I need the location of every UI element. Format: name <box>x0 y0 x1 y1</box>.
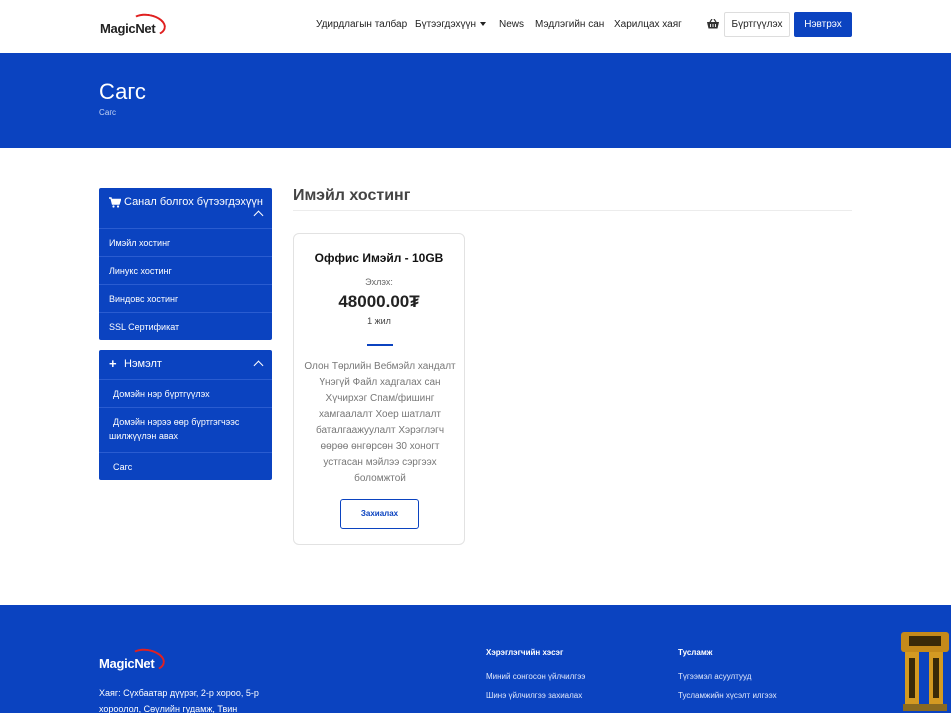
product-price: 48000.00₮ <box>338 292 420 311</box>
nav-contact[interactable]: Харилцах хаяг <box>614 19 682 30</box>
price-divider <box>367 344 393 346</box>
product-card: Оффис Имэйл - 10GB Эхлэх: 48000.00₮ 1 жи… <box>293 233 465 545</box>
sidebar-products-title: Санал болгох бүтээгдэхүүн <box>124 196 263 208</box>
register-button[interactable]: Бүртгүүлэх <box>724 12 790 37</box>
breadcrumb[interactable]: Сагс <box>99 108 116 117</box>
sidebar-item-email-hosting[interactable]: Имэйл хостинг <box>99 228 272 256</box>
order-button[interactable]: Захиалах <box>340 499 419 529</box>
footer-col-help-title: Тусламж <box>678 648 713 657</box>
page-title: Сагс <box>99 79 146 104</box>
chevron-up-icon[interactable] <box>253 360 264 371</box>
nav-news[interactable]: News <box>499 19 524 30</box>
product-name: Оффис Имэйл - 10GB <box>314 251 444 265</box>
billing-period: 1 жил <box>367 316 391 326</box>
logo-text: MagicNet <box>100 21 156 36</box>
footer: MagicNet Хаяг: Сүхбаатар дүүрэг, 2-р хор… <box>0 605 951 714</box>
sidebar-item-cart[interactable]: Сагс <box>99 452 272 480</box>
footer-link-my-services[interactable]: Миний сонгосон үйлчилгээ <box>486 672 585 681</box>
section-divider <box>293 210 852 211</box>
nav-knowledgebase[interactable]: Мэдлэгийн сан <box>535 19 604 30</box>
caret-down-icon <box>480 22 487 27</box>
section-title: Имэйл хостинг <box>293 187 411 204</box>
sidebar-products-header[interactable]: Санал болгох бүтээгдэхүүн <box>99 188 272 228</box>
nav-products[interactable]: Бүтээгдэхүүн <box>415 19 487 30</box>
sidebar-item-transfer-domain[interactable]: Домэйн нэрээ өөр бүртгэгчээс шилжүүлэн а… <box>99 407 272 452</box>
nav-dashboard[interactable]: Удирдлагын талбар <box>316 19 407 30</box>
chevron-up-icon[interactable] <box>253 210 264 221</box>
price-from-label: Эхлэх: <box>365 277 393 287</box>
watermark-logo-icon <box>901 632 949 711</box>
cart-icon <box>109 197 121 208</box>
sidebar-item-transfer-domain-label: Домэйн нэрээ өөр бүртгэгчээс шилжүүлэн а… <box>109 417 240 441</box>
plus-icon: + <box>109 356 117 371</box>
nav-products-label: Бүтээгдэхүүн <box>415 19 477 30</box>
sidebar-item-ssl[interactable]: SSL Сертификат <box>99 312 272 340</box>
sidebar-item-linux-hosting[interactable]: Линукс хостинг <box>99 256 272 284</box>
footer-logo-text: MagicNet <box>99 656 155 671</box>
sidebar-extras-panel: + Нэмэлт Домэйн нэр бүртгүүлэх Домэйн нэ… <box>99 350 272 480</box>
footer-link-order-new[interactable]: Шинэ үйлчилгээ захиалах <box>486 691 582 700</box>
sidebar-extras-title: Нэмэлт <box>124 358 162 370</box>
top-navbar: MagicNet Удирдлагын талбар Бүтээгдэхүүн … <box>0 0 951 53</box>
footer-logo[interactable]: MagicNet <box>99 646 169 674</box>
sidebar-item-windows-hosting[interactable]: Виндовс хостинг <box>99 284 272 312</box>
sidebar-item-register-domain[interactable]: Домэйн нэр бүртгүүлэх <box>99 379 272 407</box>
shopping-basket-icon[interactable] <box>707 19 719 29</box>
product-description: Олон Төрлийн Вебмэйл хандалт Үнэгүй Файл… <box>304 361 456 484</box>
sidebar-products-panel: Санал болгох бүтээгдэхүүн Имэйл хостинг … <box>99 188 272 340</box>
footer-col-client-title: Хэрэглэгчийн хэсэг <box>486 648 564 657</box>
login-button[interactable]: Нэвтрэх <box>794 12 852 37</box>
footer-address: Хаяг: Сүхбаатар дүүрэг, 2-р хороо, 5-р х… <box>99 688 259 714</box>
footer-link-faq[interactable]: Түгээмэл асуултууд <box>678 672 751 681</box>
magicnet-logo[interactable]: MagicNet <box>100 11 170 40</box>
page-header-banner: Сагс Сагс <box>0 53 951 148</box>
sidebar-extras-header[interactable]: + Нэмэлт <box>99 350 272 379</box>
footer-link-submit-ticket[interactable]: Тусламжийн хүсэлт илгээх <box>678 691 777 700</box>
